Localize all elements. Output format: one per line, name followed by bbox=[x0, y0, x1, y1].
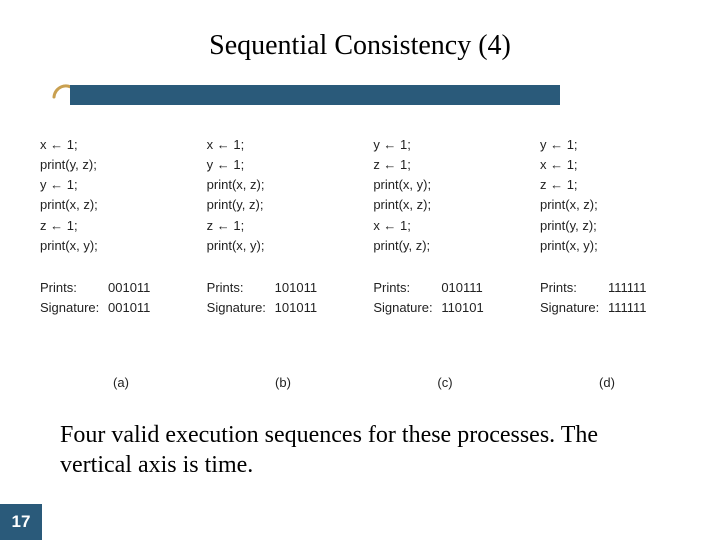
op-line: z ← 1; bbox=[40, 216, 190, 236]
op-line: print(x, z); bbox=[40, 195, 190, 215]
op-line: print(x, z); bbox=[540, 195, 690, 215]
prints-value: 111111 bbox=[608, 278, 647, 298]
op-line: y ← 1; bbox=[540, 135, 690, 155]
prints-label: Prints: bbox=[373, 278, 441, 298]
prints-value: 010111 bbox=[441, 278, 482, 298]
signature-value: 001011 bbox=[108, 298, 150, 318]
col-label-d: (d) bbox=[526, 375, 688, 390]
sequence-col-d: y ← 1; x ← 1; z ← 1; print(x, z); print(… bbox=[540, 135, 690, 318]
signature-label: Signature: bbox=[207, 298, 275, 318]
sequence-col-c: y ← 1; z ← 1; print(x, y); print(x, z); … bbox=[373, 135, 523, 318]
signature-value: 101011 bbox=[275, 298, 317, 318]
op-line: z ← 1; bbox=[373, 155, 523, 175]
op-line: print(x, y); bbox=[373, 175, 523, 195]
op-line: print(x, z); bbox=[207, 175, 357, 195]
sequence-col-a: x ← 1; print(y, z); y ← 1; print(x, z); … bbox=[40, 135, 190, 318]
op-line: x ← 1; bbox=[40, 135, 190, 155]
col-label-b: (b) bbox=[202, 375, 364, 390]
op-line: print(y, z); bbox=[40, 155, 190, 175]
caption-text: Four valid execution sequences for these… bbox=[60, 420, 660, 480]
op-line: x ← 1; bbox=[373, 216, 523, 236]
op-line: y ← 1; bbox=[207, 155, 357, 175]
op-line: z ← 1; bbox=[207, 216, 357, 236]
op-line: print(x, z); bbox=[373, 195, 523, 215]
col-label-a: (a) bbox=[40, 375, 202, 390]
slide-title: Sequential Consistency (4) bbox=[209, 30, 511, 61]
signature-label: Signature: bbox=[373, 298, 441, 318]
prints-label: Prints: bbox=[40, 278, 108, 298]
prints-value: 001011 bbox=[108, 278, 150, 298]
op-line: y ← 1; bbox=[373, 135, 523, 155]
op-line: print(y, z); bbox=[540, 216, 690, 236]
prints-label: Prints: bbox=[540, 278, 608, 298]
op-line: x ← 1; bbox=[207, 135, 357, 155]
column-labels: (a) (b) (c) (d) bbox=[40, 375, 690, 390]
sequence-col-b: x ← 1; y ← 1; print(x, z); print(y, z); … bbox=[207, 135, 357, 318]
op-line: print(x, y); bbox=[40, 236, 190, 256]
title-banner bbox=[70, 85, 560, 105]
op-line: print(y, z); bbox=[373, 236, 523, 256]
signature-label: Signature: bbox=[540, 298, 608, 318]
op-line: z ← 1; bbox=[540, 175, 690, 195]
signature-label: Signature: bbox=[40, 298, 108, 318]
col-label-c: (c) bbox=[364, 375, 526, 390]
op-line: print(x, y); bbox=[207, 236, 357, 256]
sequences-grid: x ← 1; print(y, z); y ← 1; print(x, z); … bbox=[40, 135, 690, 318]
prints-value: 101011 bbox=[275, 278, 317, 298]
signature-value: 110101 bbox=[441, 298, 483, 318]
signature-value: 111111 bbox=[608, 298, 647, 318]
op-line: x ← 1; bbox=[540, 155, 690, 175]
page-number-badge: 17 bbox=[0, 504, 42, 540]
op-line: print(y, z); bbox=[207, 195, 357, 215]
op-line: print(x, y); bbox=[540, 236, 690, 256]
prints-label: Prints: bbox=[207, 278, 275, 298]
op-line: y ← 1; bbox=[40, 175, 190, 195]
